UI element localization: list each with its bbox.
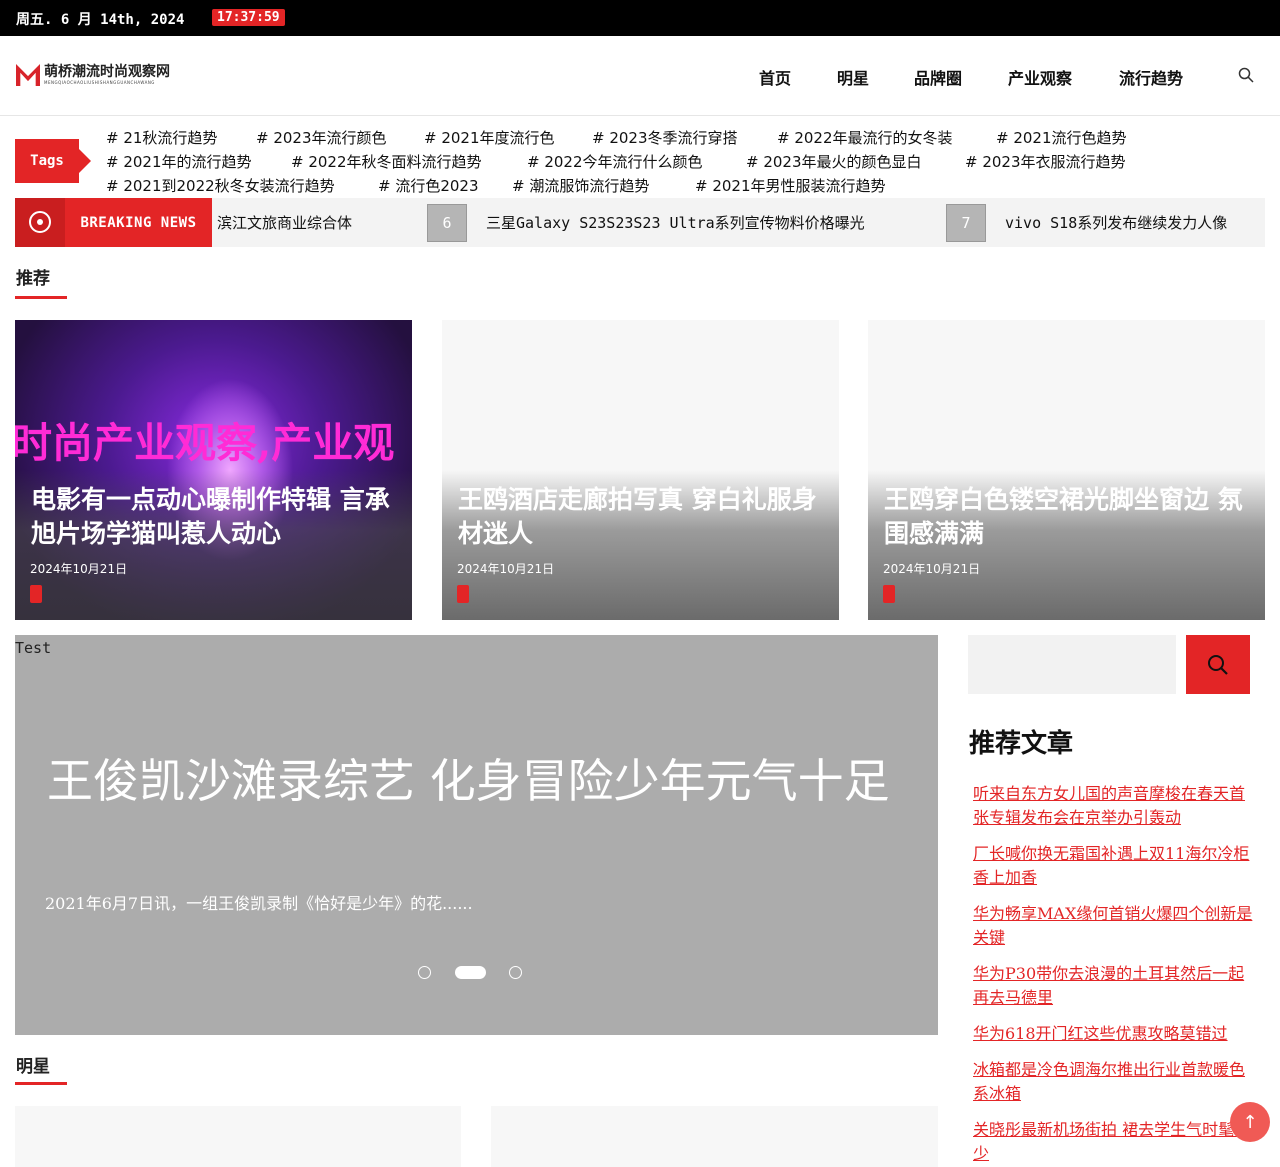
main-nav: 首页 明星 品牌圈 产业观察 流行趋势 xyxy=(0,65,1280,89)
back-to-top-button[interactable]: ↑ xyxy=(1230,1102,1270,1142)
sidebar-article-link[interactable]: 华为618开门红这些优惠攻略莫错过 xyxy=(973,1022,1253,1046)
tag-link[interactable]: # 2021流行色趋势 xyxy=(996,127,1127,148)
slider-dot[interactable] xyxy=(509,966,522,979)
slider-title[interactable]: 王俊凯沙滩录综艺 化身冒险少年元气十足 xyxy=(47,753,907,809)
arrow-up-icon: ↑ xyxy=(1242,1111,1258,1133)
site-header: 萌桥潮流时尚观察网 MENGQIAOCHAOLIUSHISHANGGUANCHA… xyxy=(0,36,1280,116)
search-icon xyxy=(1208,655,1228,675)
sidebar-article-link[interactable]: 冰箱都是冷色调海尔推出行业首款暖色系冰箱 xyxy=(973,1058,1253,1106)
sidebar-article-link[interactable]: 华为P30带你去浪漫的土耳其然后一起再去马德里 xyxy=(973,962,1253,1010)
recommend-card[interactable]: 王鸥穿白色镂空裙光脚坐窗边 氛围感满满 2024年10月21日 xyxy=(868,320,1265,620)
sidebar-article-link[interactable]: 厂长喊你换无霜国补遇上双11海尔冷柜香上加香 xyxy=(973,842,1253,890)
tag-link[interactable]: # 2023年最火的颜色显白 xyxy=(746,151,922,172)
card-title[interactable]: 电影有一点动心曝制作特辑 言承旭片场学猫叫惹人动心 xyxy=(31,483,396,551)
breaking-news-item[interactable]: vivo S18系列发布继续发力人像 xyxy=(1005,198,1227,247)
recommend-card[interactable]: 时尚产业观察,产业观 电影有一点动心曝制作特辑 言承旭片场学猫叫惹人动心 202… xyxy=(15,320,412,620)
slider-description: 2021年6月7日讯，一组王俊凯录制《恰好是少年》的花...... xyxy=(45,894,473,913)
sidebar-title: 推荐文章 xyxy=(969,729,1074,759)
section-title-recommend: 推荐 xyxy=(16,269,50,289)
tag-link[interactable]: # 2023冬季流行穿搭 xyxy=(592,127,738,148)
section-title-stars: 明星 xyxy=(16,1057,50,1077)
card-title[interactable]: 王鸥穿白色镂空裙光脚坐窗边 氛围感满满 xyxy=(884,483,1249,551)
tag-link[interactable]: # 2023年衣服流行趋势 xyxy=(965,151,1126,172)
recommend-card[interactable]: 王鸥酒店走廊拍写真 穿白礼服身材迷人 2024年10月21日 xyxy=(442,320,839,620)
nav-stars[interactable]: 明星 xyxy=(837,65,869,89)
radio-icon xyxy=(29,211,51,233)
nav-trends[interactable]: 流行趋势 xyxy=(1119,65,1183,89)
tags-label: Tags xyxy=(15,139,91,183)
sidebar-search-input[interactable] xyxy=(968,635,1176,694)
top-bar: 周五. 6 月 14th, 2024 17:37:59 xyxy=(0,0,1280,36)
breaking-news-number: 7 xyxy=(946,204,986,242)
nav-brands[interactable]: 品牌圈 xyxy=(914,65,962,89)
category-tag[interactable] xyxy=(457,585,469,603)
category-tag[interactable] xyxy=(883,585,895,603)
star-card[interactable] xyxy=(15,1106,461,1167)
tag-link[interactable]: # 2022今年流行什么颜色 xyxy=(527,151,703,172)
category-tag[interactable] xyxy=(30,585,42,603)
tag-link[interactable]: # 2021年度流行色 xyxy=(424,127,555,148)
tag-link[interactable]: # 2021到2022秋冬女装流行趋势 xyxy=(106,175,335,196)
slider-dot[interactable] xyxy=(418,966,431,979)
nav-industry[interactable]: 产业观察 xyxy=(1008,65,1072,89)
tag-link[interactable]: # 2022年秋冬面料流行趋势 xyxy=(291,151,482,172)
card-photo-overlay-text: 时尚产业观察,产业观 xyxy=(15,419,395,467)
breaking-news-number: 6 xyxy=(427,204,467,242)
sidebar-article-link[interactable]: 听来自东方女儿国的声音摩梭在春天首张专辑发布会在京举办引轰动 xyxy=(973,782,1253,830)
sidebar-links: 听来自东方女儿国的声音摩梭在春天首张专辑发布会在京举办引轰动 厂长喊你换无霜国补… xyxy=(973,782,1253,1167)
section-underline xyxy=(15,296,67,299)
tag-link[interactable]: # 2023年流行颜色 xyxy=(256,127,387,148)
star-card[interactable] xyxy=(491,1106,938,1167)
breaking-news-label: BREAKING NEWS xyxy=(65,198,212,247)
breaking-news-item[interactable]: 三星Galaxy S23S23S23 Ultra系列宣传物料价格曝光 xyxy=(486,198,865,247)
tag-link[interactable]: # 21秋流行趋势 xyxy=(106,127,217,148)
current-time: 17:37:59 xyxy=(212,9,285,26)
tag-link[interactable]: # 2022年最流行的女冬装 xyxy=(777,127,953,148)
card-date: 2024年10月21日 xyxy=(457,562,555,576)
tag-link[interactable]: # 流行色2023 xyxy=(378,175,479,196)
section-underline xyxy=(15,1082,67,1085)
nav-home[interactable]: 首页 xyxy=(759,65,791,89)
sidebar-article-link[interactable]: 华为畅享MAX缘何首销火爆四个创新是关键 xyxy=(973,902,1253,950)
current-date: 周五. 6 月 14th, 2024 xyxy=(16,12,185,28)
sidebar-search-button[interactable] xyxy=(1186,635,1250,694)
breaking-news-bar: BREAKING NEWS 滨江文旅商业综合体 6 三星Galaxy S23S2… xyxy=(15,198,1265,247)
tag-link[interactable]: # 2021年男性服装流行趋势 xyxy=(695,175,886,196)
search-icon[interactable] xyxy=(1238,67,1254,83)
card-date: 2024年10月21日 xyxy=(883,562,981,576)
tag-link[interactable]: # 潮流服饰流行趋势 xyxy=(512,175,649,196)
breaking-news-item[interactable]: 滨江文旅商业综合体 xyxy=(217,198,352,247)
sidebar-article-link[interactable]: 关晓彤最新机场街拍 裙去学生气时髦不少 xyxy=(973,1118,1253,1166)
card-date: 2024年10月21日 xyxy=(30,562,128,576)
card-title[interactable]: 王鸥酒店走廊拍写真 穿白礼服身材迷人 xyxy=(458,483,823,551)
tag-link[interactable]: # 2021年的流行趋势 xyxy=(106,151,252,172)
slider-dot-active[interactable] xyxy=(455,966,486,979)
slider-badge: Test xyxy=(15,639,52,657)
featured-slider[interactable]: Test 王俊凯沙滩录综艺 化身冒险少年元气十足 2021年6月7日讯，一组王俊… xyxy=(15,635,938,1035)
